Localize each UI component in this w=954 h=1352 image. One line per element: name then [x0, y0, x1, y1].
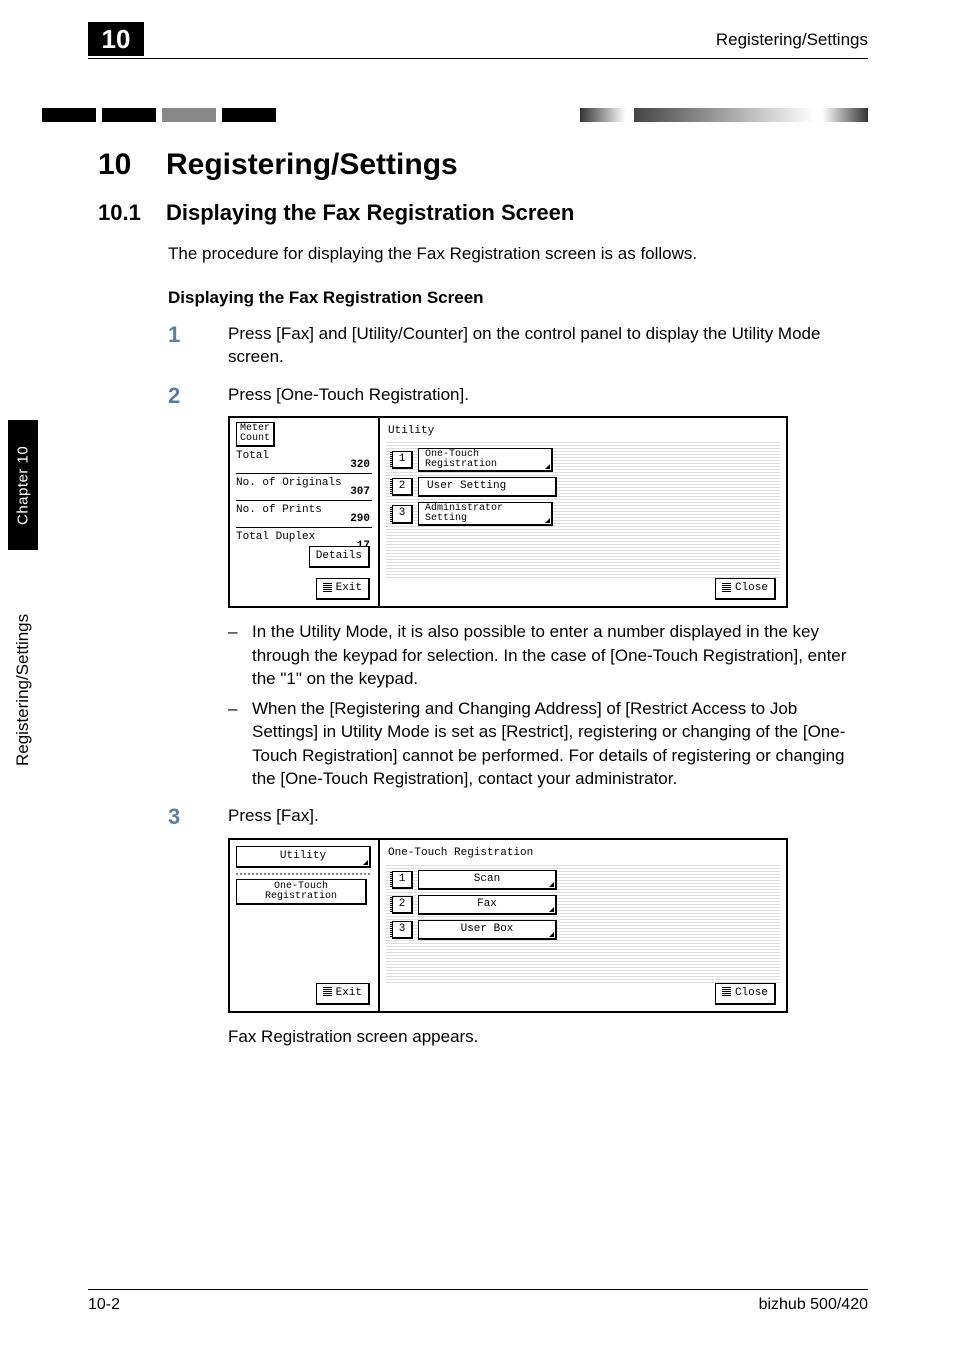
chapter-title-text: Registering/Settings	[166, 148, 458, 181]
menu-area: 1 Scan 2 Fax 3 User Box	[386, 864, 780, 983]
one-touch-registration-nav-button[interactable]: One-Touch Registration	[236, 879, 367, 905]
utility-title: Utility	[386, 422, 780, 443]
model-name: bizhub 500/420	[759, 1296, 868, 1314]
step-1: 1 Press [Fax] and [Utility/Counter] on t…	[168, 322, 868, 369]
step-2-note-a: In the Utility Mode, it is also possible…	[228, 620, 868, 690]
step-2: 2 Press [One-Touch Registration]. Meter …	[168, 383, 868, 791]
registration-title: One-Touch Registration	[386, 844, 780, 865]
utility-menu-pane: Utility 1 One-Touch Registration 2 User …	[380, 418, 786, 606]
exit-button[interactable]: Exit	[316, 983, 370, 1005]
menu-number: 3	[392, 505, 413, 523]
menu-number: 3	[392, 921, 413, 939]
prints-value: 290	[350, 512, 370, 527]
registration-menu-pane: One-Touch Registration 1 Scan 2 Fax	[380, 840, 786, 1011]
user-setting-button[interactable]: User Setting	[418, 477, 557, 497]
step-number: 1	[168, 320, 208, 350]
page-number: 10-2	[88, 1296, 120, 1314]
step-text: Press [Fax].	[228, 806, 319, 825]
duplex-label: Total Duplex	[236, 530, 315, 545]
chapter-tab: 10	[88, 22, 144, 56]
utility-screen: Meter Count Total 320 No. of Originals 307…	[228, 416, 788, 608]
originals-label: No. of Originals	[236, 476, 342, 491]
side-label: Chapter 10 Registering/Settings	[0, 420, 44, 840]
exit-button[interactable]: Exit	[316, 578, 370, 600]
total-label: Total	[236, 449, 269, 464]
nav-pane: Utility One-Touch Registration Exit	[230, 840, 380, 1011]
step-text: Press [One-Touch Registration].	[228, 385, 469, 404]
menu-area: 1 One-Touch Registration 2 User Setting …	[386, 442, 780, 578]
menu-number: 1	[392, 871, 413, 889]
subsection-heading: Displaying the Fax Registration Screen	[168, 288, 868, 308]
close-button[interactable]: Close	[715, 983, 776, 1005]
section-number: 10.1	[98, 200, 166, 226]
step-3: 3 Press [Fax]. Utility One-Touch Registr…	[168, 804, 868, 1048]
section-intro: The procedure for displaying the Fax Reg…	[168, 243, 868, 266]
administrator-setting-button[interactable]: Administrator Setting	[418, 502, 553, 526]
chapter-number: 10	[98, 148, 166, 182]
menu-number: 2	[392, 478, 413, 496]
one-touch-registration-screen: Utility One-Touch Registration Exit One-…	[228, 838, 788, 1013]
step-number: 2	[168, 381, 208, 411]
side-chapter-tab: Chapter 10	[8, 420, 38, 550]
page-footer: 10-2 bizhub 500/420	[88, 1289, 868, 1314]
side-chapter-text: Registering/Settings	[8, 560, 38, 820]
step-2-note-b: When the [Registering and Changing Addre…	[228, 697, 868, 791]
menu-number: 1	[392, 451, 413, 469]
one-touch-registration-button[interactable]: One-Touch Registration	[418, 448, 553, 472]
prints-label: No. of Prints	[236, 503, 322, 518]
details-button[interactable]: Details	[309, 546, 370, 568]
menu-number: 2	[392, 896, 413, 914]
meter-count-button[interactable]: Meter Count	[236, 422, 275, 447]
running-head: Registering/Settings	[716, 30, 868, 50]
originals-value: 307	[350, 485, 370, 500]
step-number: 3	[168, 802, 208, 832]
scan-button[interactable]: Scan	[418, 870, 557, 890]
utility-nav-button[interactable]: Utility	[236, 846, 371, 868]
fax-button[interactable]: Fax	[418, 895, 557, 915]
close-button[interactable]: Close	[715, 578, 776, 600]
total-value: 320	[350, 458, 370, 473]
decorative-bar-row	[42, 108, 868, 122]
header-rule	[88, 58, 868, 59]
step-text: Press [Fax] and [Utility/Counter] on the…	[228, 324, 820, 366]
section-title-text: Displaying the Fax Registration Screen	[166, 200, 574, 225]
step-3-result: Fax Registration screen appears.	[228, 1025, 868, 1048]
meter-count-pane: Meter Count Total 320 No. of Originals 307…	[230, 418, 380, 606]
section-heading: 10.1Displaying the Fax Registration Scre…	[98, 200, 868, 226]
user-box-button[interactable]: User Box	[418, 920, 557, 940]
chapter-heading: 10Registering/Settings	[98, 148, 868, 182]
nav-separator	[236, 873, 372, 875]
